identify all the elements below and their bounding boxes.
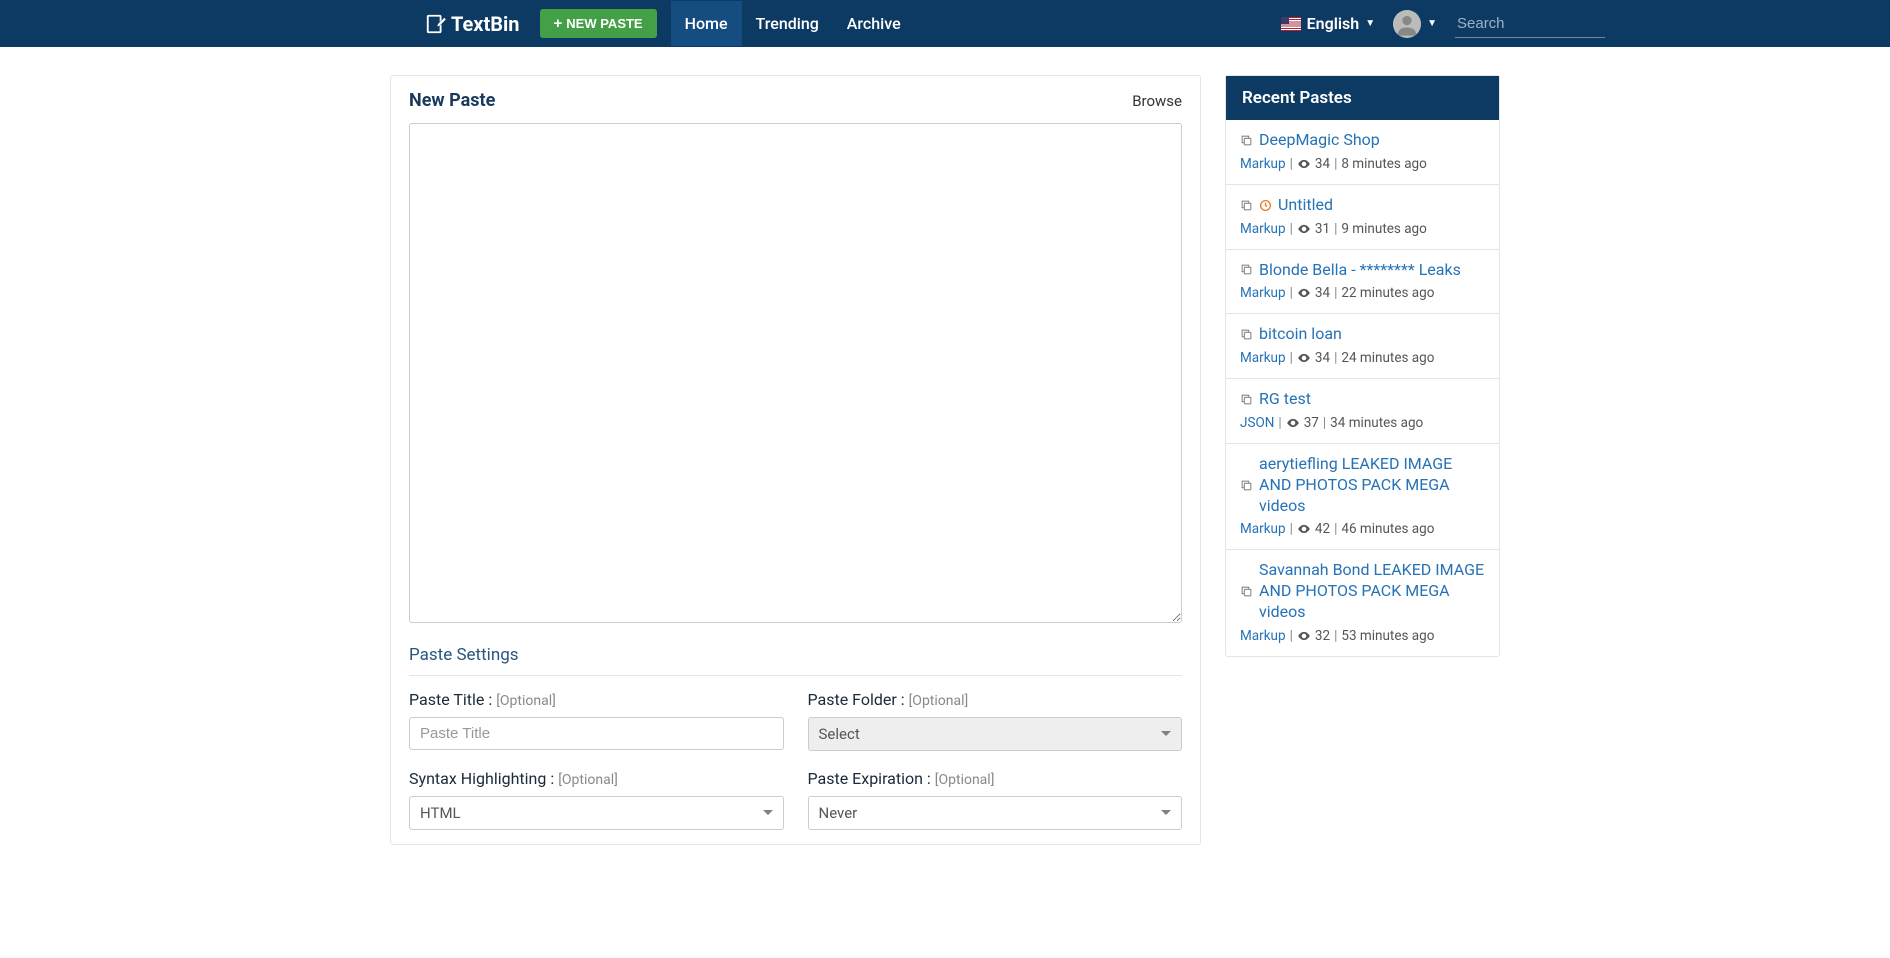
recent-item: Blonde Bella - ******** Leaks Markup|34|2…	[1226, 250, 1499, 315]
recent-item: Untitled Markup|31|9 minutes ago	[1226, 185, 1499, 250]
copy-icon	[1240, 134, 1253, 147]
browse-link[interactable]: Browse	[1132, 92, 1182, 110]
caret-down-icon: ▼	[1365, 18, 1375, 29]
eye-icon	[1297, 157, 1311, 171]
user-menu[interactable]: ▼	[1393, 10, 1437, 38]
page-title: New Paste	[409, 90, 495, 111]
recent-lang-link[interactable]: Markup	[1240, 285, 1286, 301]
recent-title-link[interactable]: bitcoin loan	[1240, 324, 1485, 345]
sidebar: Recent Pastes DeepMagic Shop Markup|34|8 …	[1225, 75, 1500, 657]
copy-icon	[1240, 328, 1253, 341]
copy-icon	[1240, 393, 1253, 406]
recent-views: 34	[1315, 156, 1330, 172]
sidebar-title: Recent Pastes	[1226, 76, 1499, 120]
paste-title-input[interactable]	[409, 717, 784, 750]
recent-title-text: bitcoin loan	[1259, 324, 1342, 345]
eye-icon	[1286, 416, 1300, 430]
recent-title-link[interactable]: DeepMagic Shop	[1240, 130, 1485, 151]
recent-lang-link[interactable]: Markup	[1240, 628, 1286, 644]
recent-title-text: Savannah Bond LEAKED IMAGE AND PHOTOS PA…	[1259, 560, 1485, 622]
eye-icon	[1297, 629, 1311, 643]
recent-time: 22 minutes ago	[1341, 285, 1434, 301]
recent-time: 53 minutes ago	[1341, 628, 1434, 644]
recent-time: 24 minutes ago	[1341, 350, 1434, 366]
language-selector[interactable]: English ▼	[1281, 14, 1375, 33]
recent-meta: Markup|34|8 minutes ago	[1240, 156, 1485, 172]
recent-item: aerytiefling LEAKED IMAGE AND PHOTOS PAC…	[1226, 444, 1499, 550]
recent-meta: Markup|31|9 minutes ago	[1240, 221, 1485, 237]
copy-icon	[1240, 263, 1253, 276]
recent-time: 8 minutes ago	[1341, 156, 1426, 172]
eye-icon	[1297, 522, 1311, 536]
recent-views: 42	[1315, 521, 1330, 537]
eye-icon	[1297, 286, 1311, 300]
flag-icon	[1281, 17, 1301, 31]
new-paste-button[interactable]: + NEW PASTE	[540, 9, 657, 38]
eye-icon	[1297, 222, 1311, 236]
clock-icon	[1259, 199, 1272, 212]
recent-time: 9 minutes ago	[1341, 221, 1426, 237]
edit-doc-icon	[425, 13, 447, 35]
recent-title-link[interactable]: RG test	[1240, 389, 1485, 410]
recent-title-text: Blonde Bella - ******** Leaks	[1259, 260, 1461, 281]
field-expiration: Paste Expiration : [Optional] Never	[808, 769, 1183, 830]
recent-item: DeepMagic Shop Markup|34|8 minutes ago	[1226, 120, 1499, 185]
recent-item: Savannah Bond LEAKED IMAGE AND PHOTOS PA…	[1226, 550, 1499, 655]
brand-logo[interactable]: TextBin	[425, 12, 520, 36]
recent-title-text: RG test	[1259, 389, 1311, 410]
divider	[409, 675, 1182, 676]
search-input[interactable]	[1455, 10, 1605, 38]
recent-lang-link[interactable]: Markup	[1240, 221, 1286, 237]
copy-icon	[1240, 199, 1253, 212]
eye-icon	[1297, 351, 1311, 365]
recent-views: 32	[1315, 628, 1330, 644]
field-paste-title: Paste Title : [Optional]	[409, 690, 784, 751]
expire-select[interactable]: Never	[808, 796, 1183, 830]
recent-title-link[interactable]: aerytiefling LEAKED IMAGE AND PHOTOS PAC…	[1240, 454, 1485, 516]
nav-home[interactable]: Home	[671, 1, 742, 46]
recent-views: 34	[1315, 350, 1330, 366]
copy-icon	[1240, 479, 1253, 492]
recent-title-text: Untitled	[1278, 195, 1333, 216]
recent-title-text: DeepMagic Shop	[1259, 130, 1380, 151]
paste-folder-select[interactable]: Select	[808, 717, 1183, 751]
recent-lang-link[interactable]: Markup	[1240, 521, 1286, 537]
avatar-icon	[1393, 10, 1421, 38]
recent-title-link[interactable]: Savannah Bond LEAKED IMAGE AND PHOTOS PA…	[1240, 560, 1485, 622]
nav-links: Home Trending Archive	[671, 1, 915, 46]
recent-meta: Markup|34|24 minutes ago	[1240, 350, 1485, 366]
main-panel: New Paste Browse Paste Settings Paste Ti…	[390, 75, 1201, 845]
paste-textarea[interactable]	[409, 123, 1182, 623]
recent-lang-link[interactable]: Markup	[1240, 156, 1286, 172]
nav-archive[interactable]: Archive	[833, 1, 915, 46]
plus-icon: +	[554, 16, 563, 31]
recent-title-link[interactable]: Untitled	[1240, 195, 1485, 216]
syntax-select[interactable]: HTML	[409, 796, 784, 830]
settings-title: Paste Settings	[409, 645, 1182, 665]
recent-lang-link[interactable]: Markup	[1240, 350, 1286, 366]
field-syntax: Syntax Highlighting : [Optional] HTML	[409, 769, 784, 830]
recent-meta: Markup|42|46 minutes ago	[1240, 521, 1485, 537]
recent-title-link[interactable]: Blonde Bella - ******** Leaks	[1240, 260, 1485, 281]
recent-views: 34	[1315, 285, 1330, 301]
nav-trending[interactable]: Trending	[742, 1, 833, 46]
recent-item: bitcoin loan Markup|34|24 minutes ago	[1226, 314, 1499, 379]
recent-time: 34 minutes ago	[1330, 415, 1423, 431]
recent-item: RG test JSON|37|34 minutes ago	[1226, 379, 1499, 444]
recent-time: 46 minutes ago	[1341, 521, 1434, 537]
caret-down-icon: ▼	[1427, 18, 1437, 29]
recent-meta: JSON|37|34 minutes ago	[1240, 415, 1485, 431]
copy-icon	[1240, 585, 1253, 598]
recent-meta: Markup|32|53 minutes ago	[1240, 628, 1485, 644]
recent-title-text: aerytiefling LEAKED IMAGE AND PHOTOS PAC…	[1259, 454, 1485, 516]
recent-views: 31	[1315, 221, 1330, 237]
recent-meta: Markup|34|22 minutes ago	[1240, 285, 1485, 301]
recent-views: 37	[1304, 415, 1319, 431]
field-paste-folder: Paste Folder : [Optional] Select	[808, 690, 1183, 751]
navbar: TextBin + NEW PASTE Home Trending Archiv…	[0, 0, 1890, 47]
recent-lang-link[interactable]: JSON	[1240, 415, 1274, 431]
